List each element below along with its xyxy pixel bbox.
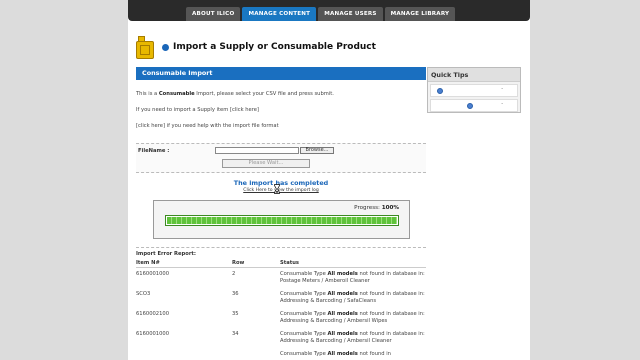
quick-tip-item[interactable]: -: [430, 84, 518, 97]
supply-import-link[interactable]: If you need to import a Supply item [cli…: [136, 107, 426, 114]
panel-title: Consumable Import: [136, 67, 426, 80]
help-link[interactable]: [click here] if you need help with the i…: [136, 123, 426, 130]
table-row: SCO3 36 Consumable Type All models not f…: [136, 288, 426, 308]
info-icon: [467, 103, 473, 109]
column-header-row: Row: [232, 259, 280, 268]
progress-bar: [165, 215, 399, 226]
row-cell: 35: [232, 311, 239, 317]
status-cell: Consumable Type All models not found in …: [280, 331, 425, 344]
report-title: Import Error Report:: [136, 251, 196, 257]
hourglass-cursor-icon: [274, 184, 280, 194]
page: ABOUT ILICO MANAGE CONTENT MANAGE USERS …: [128, 0, 530, 360]
tip-text: -: [501, 86, 503, 92]
item-cell: 6160002100: [136, 311, 170, 317]
report-table: Item N# Row Status 6160001000 2 Consumab…: [136, 259, 426, 360]
table-row: 6160001000 2 Consumable Type All models …: [136, 268, 426, 289]
table-row: 6160001000 34 Consumable Type All models…: [136, 328, 426, 348]
status-cell: Consumable Type All models not found in: [280, 351, 391, 357]
row-cell: [232, 348, 280, 360]
tab-manage-library[interactable]: MANAGE LIBRARY: [384, 7, 456, 21]
intro-text: This is a Consumable Import, please sele…: [136, 91, 334, 97]
page-header: Import a Supply or Consumable Product: [134, 34, 376, 60]
file-name-input[interactable]: [215, 147, 299, 154]
table-header-row: Item N# Row Status: [136, 259, 426, 268]
browse-button[interactable]: Browse...: [300, 147, 334, 154]
progress-label: Progress: 100%: [354, 205, 399, 211]
table-row: Consumable Type All models not found in: [136, 348, 426, 360]
progress-fill: [167, 217, 397, 224]
progress-panel: Progress: 100%: [153, 200, 410, 239]
main-nav: ABOUT ILICO MANAGE CONTENT MANAGE USERS …: [186, 7, 456, 21]
status-cell: Consumable Type All models not found in …: [280, 311, 425, 324]
row-cell: 34: [232, 331, 239, 337]
status-cell: Consumable Type All models not found in …: [280, 271, 425, 284]
row-cell: 2: [232, 271, 236, 277]
top-bar: ABOUT ILICO MANAGE CONTENT MANAGE USERS …: [128, 0, 530, 21]
quick-tips-title: Quick Tips: [428, 68, 520, 82]
quick-tips-panel: Quick Tips - -: [427, 67, 521, 113]
import-panel: Consumable Import This is a Consumable I…: [136, 67, 426, 360]
jerrycan-icon: [134, 35, 156, 59]
item-cell: 6160001000: [136, 331, 170, 337]
tab-manage-users[interactable]: MANAGE USERS: [318, 7, 383, 21]
row-cell: 36: [232, 291, 239, 297]
import-error-report: Import Error Report: Item N# Row Status …: [136, 247, 426, 360]
info-icon: [437, 88, 443, 94]
table-row: 6160002100 35 Consumable Type All models…: [136, 308, 426, 328]
please-wait-button[interactable]: Please Wait...: [222, 159, 310, 168]
view-log-link[interactable]: Click Here to view the import log: [136, 188, 426, 193]
file-name-label: FileName :: [138, 148, 170, 154]
import-complete-message: The import has completed: [233, 179, 329, 187]
page-title: Import a Supply or Consumable Product: [173, 42, 376, 52]
tab-manage-content[interactable]: MANAGE CONTENT: [242, 7, 317, 21]
item-cell: [136, 348, 232, 360]
item-cell: SCO3: [136, 291, 151, 297]
item-cell: 6160001000: [136, 271, 170, 277]
column-header-status: Status: [280, 259, 426, 268]
file-upload-form: FileName : Browse... Please Wait...: [136, 143, 426, 173]
import-status: The import has completed Click Here to v…: [136, 179, 426, 193]
quick-tip-item[interactable]: -: [430, 99, 518, 112]
tip-text: -: [501, 101, 503, 107]
progress-value: 100%: [381, 205, 399, 211]
tab-about-ilico[interactable]: ABOUT ILICO: [186, 7, 241, 21]
bullet-icon: [162, 43, 169, 51]
column-header-item: Item N#: [136, 259, 232, 268]
status-cell: Consumable Type All models not found in …: [280, 291, 425, 304]
